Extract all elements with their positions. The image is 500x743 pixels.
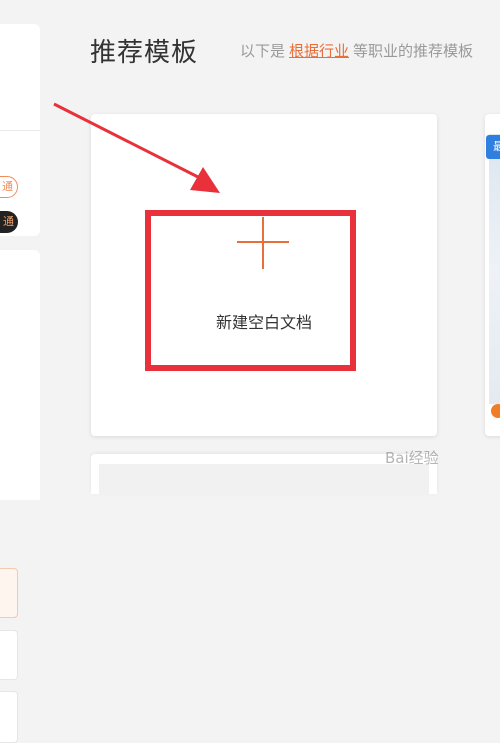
subtitle-suffix: 等职业的推荐模板 [353, 42, 474, 60]
watermark: Bai经验 [385, 449, 439, 467]
sidebar-option[interactable] [0, 691, 18, 743]
sidebar-divider [0, 130, 40, 131]
annotation-highlight-box [145, 210, 356, 371]
template-thumbnail [489, 134, 500, 404]
sidebar-panel-top: 通 通 [0, 24, 40, 236]
template-app-icon [491, 404, 500, 418]
template-card-partial[interactable] [485, 114, 500, 436]
sidebar-tag-outline[interactable]: 通 [0, 176, 18, 198]
page-subtitle: 以下是 根据行业 等职业的推荐模板 [240, 40, 473, 61]
sidebar-option[interactable] [0, 630, 18, 680]
sidebar-option-selected[interactable] [0, 568, 18, 618]
sidebar-tag-filled[interactable]: 通 [0, 211, 18, 233]
template-badge: 最 [486, 135, 500, 159]
template-thumbnail [99, 464, 429, 496]
page-title: 推荐模板 [90, 38, 199, 68]
subtitle-prefix: 以下是 [240, 42, 286, 60]
industry-link[interactable]: 根据行业 [289, 42, 349, 60]
sidebar-panel-bottom [0, 250, 40, 743]
